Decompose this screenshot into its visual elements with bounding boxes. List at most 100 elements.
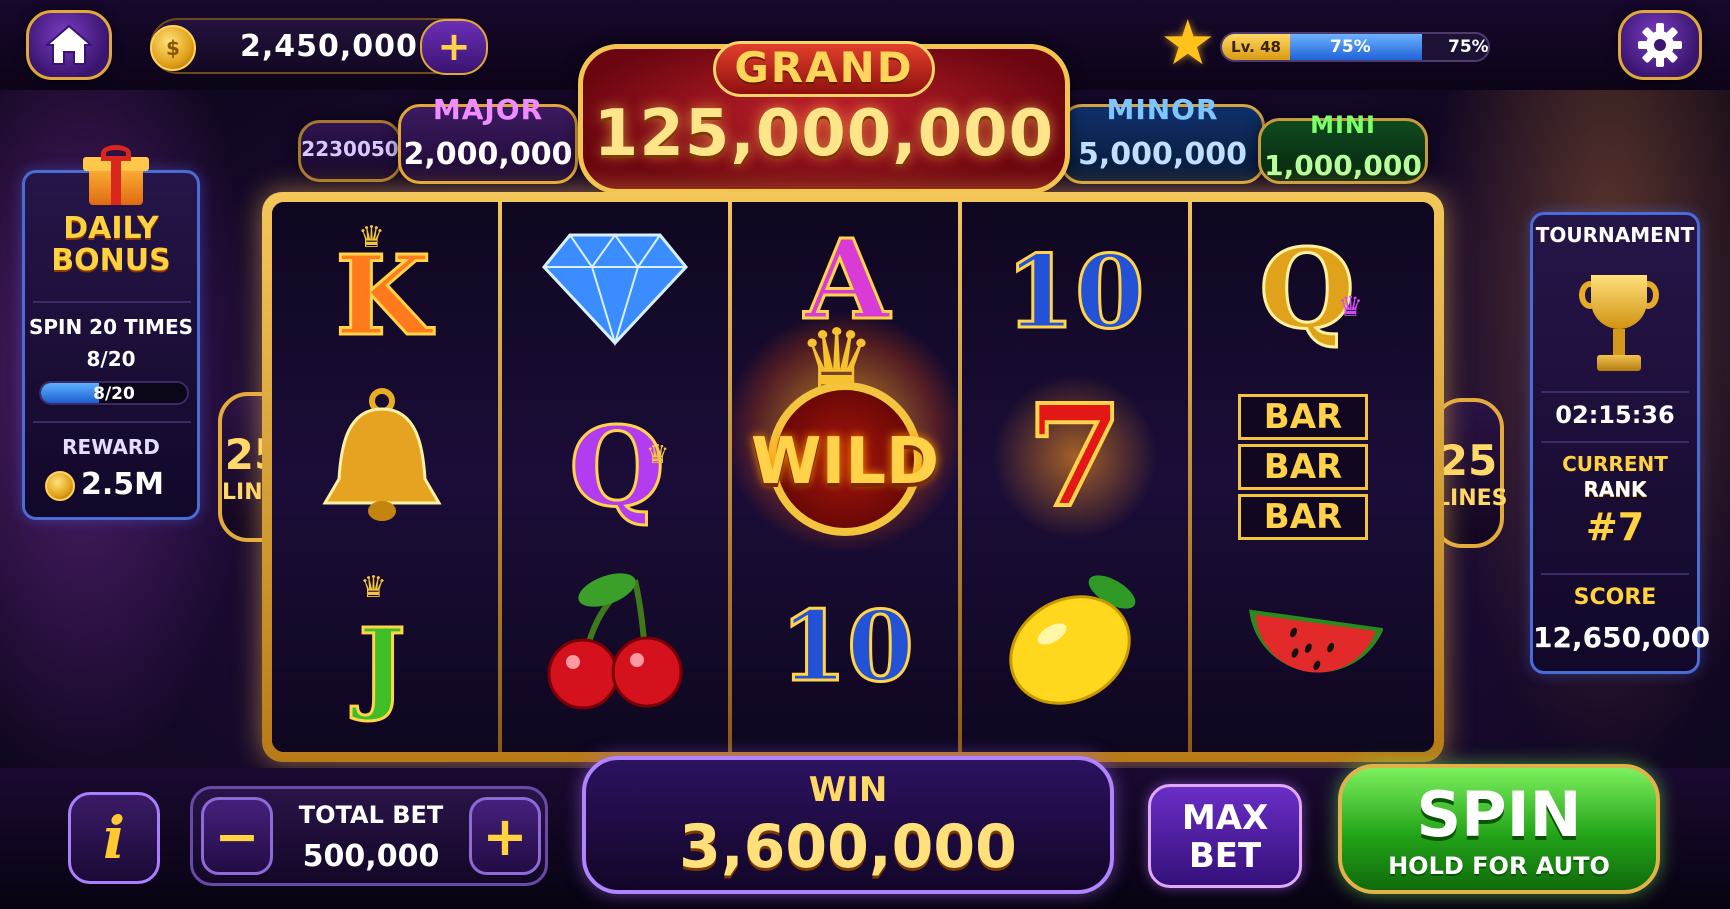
watermelon-icon xyxy=(1249,609,1383,673)
jackpot-mini-value: 1,000,000 xyxy=(1264,149,1422,182)
jackpot-grand-value: 125,000,000 xyxy=(593,97,1055,171)
symbol-ten: 10 xyxy=(772,582,922,712)
level-badge: Lv. 48 xyxy=(1222,34,1290,60)
reel-2: Q ♛ xyxy=(502,202,728,752)
symbol-cherry xyxy=(532,562,698,712)
symbol-ten: 10 xyxy=(992,232,1158,352)
win-display: WIN 3,600,000 xyxy=(582,756,1114,894)
jackpot-grand-label: GRAND xyxy=(713,41,935,97)
symbol-bar: BAR BAR BAR xyxy=(1236,392,1370,542)
symbol-jack: ♛ J xyxy=(312,570,452,732)
symbol-diamond xyxy=(532,222,698,352)
crown-icon: ♛ xyxy=(646,440,670,470)
jackpot-grand: GRAND 125,000,000 xyxy=(578,41,1070,194)
win-value: 3,600,000 xyxy=(679,812,1017,882)
info-icon: i xyxy=(102,804,126,872)
trophy-icon xyxy=(1579,275,1659,385)
jackpot-extra: 2230050 xyxy=(298,120,402,182)
symbol-bell xyxy=(302,382,462,542)
symbol-queen: Q ♛ xyxy=(1232,224,1382,354)
score-value: 12,650,000 xyxy=(1533,621,1711,654)
win-label: WIN xyxy=(808,770,888,810)
symbol-king: ♛ K xyxy=(308,220,458,366)
spin-button[interactable]: SPIN HOLD FOR AUTO xyxy=(1338,764,1660,894)
coin-icon xyxy=(45,470,75,501)
daily-bonus-title: DAILY BONUS xyxy=(25,213,197,277)
reward-amount: 2.5M xyxy=(81,467,164,502)
lines-count: 25 xyxy=(1438,436,1498,485)
divider xyxy=(33,421,191,423)
symbol-king-letter: K xyxy=(334,231,433,360)
reward-value: 2.5M xyxy=(45,467,164,502)
symbol-lemon xyxy=(992,562,1158,712)
spin-label: SPIN xyxy=(1416,778,1582,851)
divider xyxy=(1541,573,1689,575)
jackpot-major-value: 2,000,000 xyxy=(403,137,573,172)
total-bet-value: 500,000 xyxy=(302,839,440,874)
level-bar-percent: 75% xyxy=(1330,37,1371,57)
diamond-icon xyxy=(542,233,688,347)
jackpot-major: MAJOR 2,000,000 xyxy=(398,93,578,184)
symbol-ten-text: 10 xyxy=(1004,233,1146,351)
home-button[interactable] xyxy=(26,10,112,80)
reel-4: 10 7 xyxy=(962,202,1188,752)
reel-3: A ♛ WILD 10 xyxy=(728,202,962,752)
level-bar: Lv. 48 75% 75% xyxy=(1220,32,1490,62)
reward-label: REWARD xyxy=(62,435,160,459)
total-bet-control: − TOTAL BET 500,000 + xyxy=(190,786,548,886)
settings-button[interactable] xyxy=(1618,10,1702,80)
coin-icon: $ xyxy=(150,25,196,71)
bar-row-2: BAR xyxy=(1238,444,1368,490)
reel-5: Q ♛ BAR BAR BAR xyxy=(1192,202,1434,752)
daily-bonus-panel[interactable]: DAILY BONUS SPIN 20 TIMES 8/20 8/20 REWA… xyxy=(22,145,200,520)
tournament-timer: 02:15:36 xyxy=(1555,401,1675,429)
divider xyxy=(1541,391,1689,393)
symbol-seven-text: 7 xyxy=(1024,375,1125,539)
daily-task-progress-text: 8/20 xyxy=(93,384,135,404)
reel-1: ♛ K ♛ J xyxy=(272,202,498,752)
tournament-panel[interactable]: TOURNAMENT 02:15:36 CURRENT RANK RANK #7… xyxy=(1530,212,1711,674)
daily-task-progress-bar: 8/20 xyxy=(39,381,189,405)
crown-icon: ♛ xyxy=(1338,290,1364,323)
decrease-bet-button[interactable]: − xyxy=(201,797,273,875)
bell-icon xyxy=(322,388,442,521)
jackpot-minor-value: 5,000,000 xyxy=(1078,137,1247,172)
bar-row-1: BAR xyxy=(1238,394,1368,440)
jackpot-minor-label: MINOR xyxy=(1106,93,1219,126)
info-button[interactable]: i xyxy=(68,792,160,884)
buy-coins-button[interactable]: + xyxy=(420,19,488,75)
score-label: SCORE xyxy=(1573,585,1657,610)
cherry-icon xyxy=(547,573,683,710)
symbol-ten-text: 10 xyxy=(779,590,916,703)
symbol-seven: 7 xyxy=(982,372,1168,542)
coin-balance: $ 2,450,000 + xyxy=(150,18,488,75)
crown-icon: ♛ xyxy=(360,570,387,605)
tournament-title: TOURNAMENT xyxy=(1535,223,1695,247)
coin-amount: 2,450,000 xyxy=(240,29,418,64)
symbol-queen: Q ♛ xyxy=(542,392,692,542)
increase-bet-button[interactable]: + xyxy=(469,797,541,875)
daily-bonus-title-line2: BONUS xyxy=(51,243,171,278)
level-percent-right: 75% xyxy=(1448,37,1489,57)
crown-icon: ♛ xyxy=(798,311,876,411)
bar-row-3: BAR xyxy=(1238,494,1368,540)
gear-icon xyxy=(1638,23,1682,67)
reels-frame: ♛ K ♛ J Q ♛ A ♛ WILD 10 10 7 Q ♛ BAR BAR… xyxy=(262,192,1444,762)
max-bet-button[interactable]: MAX BET xyxy=(1148,784,1302,888)
reels-area: ♛ K ♛ J Q ♛ A ♛ WILD 10 10 7 Q ♛ BAR BAR… xyxy=(272,202,1434,752)
spin-sublabel: HOLD FOR AUTO xyxy=(1388,852,1610,880)
max-bet-label-line1: MAX xyxy=(1181,798,1269,838)
daily-task-count: 8/20 xyxy=(86,347,136,371)
jackpot-extra-value: 2230050 xyxy=(301,137,399,161)
rank-value: #7 xyxy=(1585,505,1645,549)
plus-icon: + xyxy=(482,804,528,868)
gift-icon xyxy=(83,145,149,205)
jackpot-minor: MINOR 5,000,000 xyxy=(1060,93,1265,184)
crown-icon: ♛ xyxy=(358,220,385,255)
divider xyxy=(1541,441,1689,443)
rank-label: RANK xyxy=(1583,477,1647,501)
star-icon: ★ xyxy=(1160,6,1216,79)
symbol-queen-letter: Q xyxy=(1258,224,1357,353)
jackpot-mini-label: MINI xyxy=(1310,111,1376,139)
daily-bonus-title-line1: DAILY xyxy=(63,211,159,246)
